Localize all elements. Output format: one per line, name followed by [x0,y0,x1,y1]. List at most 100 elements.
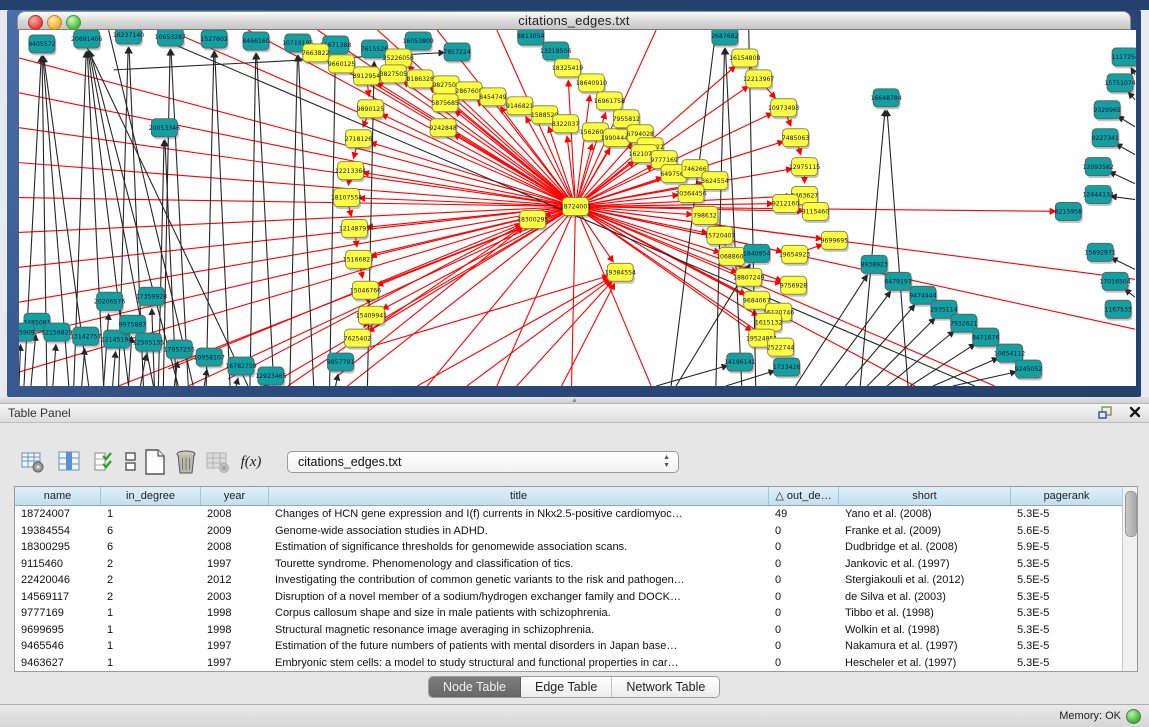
scrollbar-thumb[interactable] [1125,491,1137,537]
graph-node[interactable]: 20053346 [149,119,180,139]
graph-node[interactable]: 8466160 [242,32,270,52]
table-header-row[interactable]: namein_degreeyeartitle△ out_de…shortpage… [15,487,1137,506]
graph-node[interactable]: 10958107 [193,348,224,368]
graph-node[interactable]: 9329965 [1093,101,1121,121]
graph-node[interactable]: 15720407 [704,226,735,246]
graph-node[interactable]: 14196141 [724,353,755,373]
column-header[interactable]: title [269,487,769,505]
split-pane-grip[interactable]: ▲ [571,398,578,403]
graph-node[interactable]: 9975887 [119,315,147,335]
graph-node[interactable]: 17359928 [136,287,167,307]
graph-node[interactable]: 20364456 [675,185,706,205]
column-header[interactable]: △ out_de… [769,487,839,505]
network-view-canvas[interactable]: 9405572206914061623714010653287152760284… [19,30,1136,386]
merge-cells-button[interactable] [118,449,144,475]
graph-node[interactable]: 12213967 [743,70,774,90]
graph-node[interactable]: 20691406 [71,30,102,50]
graph-node[interactable]: 9857791 [327,353,355,373]
tab-network-table[interactable]: Network Table [612,677,719,697]
graph-node[interactable]: 18640910 [576,74,607,94]
graph-node[interactable]: 18724007 [560,198,591,218]
column-header[interactable]: name [15,487,101,505]
graph-node[interactable]: 1117254 [1111,48,1136,68]
graph-node[interactable]: 16154808 [729,49,760,69]
minimize-window-button[interactable] [47,15,62,30]
graph-node[interactable]: 1840954 [743,244,771,264]
graph-node[interactable]: 17016504 [1099,272,1130,292]
graph-node[interactable]: 15046766 [350,281,381,301]
network-window-titlebar[interactable]: citations_edges.txt [17,11,1131,30]
graph-node[interactable]: 6479197 [884,272,912,292]
graph-node[interactable]: 18300295 [517,210,548,230]
graph-node[interactable]: 15409941 [356,306,387,326]
graph-node[interactable]: 9890125 [357,100,385,120]
graph-node[interactable]: 5875685 [431,94,459,114]
graph-node[interactable]: 1733426 [773,358,801,378]
graph-node[interactable]: 2687682 [711,30,739,47]
graph-node[interactable]: 12975115 [789,158,820,178]
graph-node[interactable]: 8813054 [517,30,545,47]
graph-node[interactable]: 17957255 [164,340,195,360]
table-row[interactable]: 946554611997Estimation of the future num… [15,638,1137,655]
graph-node[interactable]: 7857224 [443,43,471,63]
graph-node[interactable]: 16961758 [594,92,625,112]
column-header[interactable]: in_degree [101,487,201,505]
graph-node[interactable]: 8938923 [860,255,888,275]
table-row[interactable]: 1830029562008Estimation of significance … [15,539,1137,556]
graph-node[interactable]: 20206576 [94,292,125,312]
table-row[interactable]: 977716911998Corpus callosum shape and si… [15,605,1137,622]
graph-node[interactable]: 8215958 [1055,203,1083,223]
column-header[interactable]: year [201,487,269,505]
vertical-scrollbar[interactable] [1122,487,1137,671]
graph-node[interactable]: 1527602 [200,30,228,50]
graph-node[interactable]: 12444134 [1083,186,1114,206]
graph-node[interactable]: 9242848 [429,119,457,139]
graph-node[interactable]: 18107554 [331,189,362,209]
graph-node[interactable]: 8454749 [479,88,507,108]
graph-node[interactable]: 16237140 [113,30,144,46]
graph-node[interactable]: 798632 [692,207,719,227]
table-settings-button[interactable] [20,449,46,475]
node-attribute-table[interactable]: namein_degreeyeartitle△ out_de…shortpage… [14,486,1138,672]
graph-node[interactable]: 7663822 [302,44,330,64]
graph-node[interactable]: 3315909 [19,323,35,343]
graph-node[interactable]: 10653287 [155,30,186,48]
table-selector-combobox[interactable]: citations_edges.txt ▲▼ [287,451,679,473]
graph-node[interactable]: 8322037 [552,115,580,135]
new-table-button[interactable] [142,449,168,475]
delete-table-button[interactable] [173,449,199,475]
graph-node[interactable]: 9212160 [772,195,800,215]
graph-node[interactable]: 8912954 [353,67,381,87]
graph-node[interactable]: 7485063 [782,129,810,149]
zoom-window-button[interactable] [66,15,81,30]
graph-node[interactable]: 19654923 [779,245,810,265]
graph-node[interactable]: 15751074 [1104,74,1135,94]
table-row[interactable]: 946362711997Embryonic stem cells: a mode… [15,655,1137,672]
column-header[interactable]: short [839,487,1011,505]
graph-node[interactable]: 10973493 [768,99,799,119]
graph-node[interactable]: 9756928 [780,276,808,296]
graph-node[interactable]: 16648784 [870,89,901,109]
table-row[interactable]: 911546021997Tourette syndrome. Phenomeno… [15,556,1137,573]
table-row[interactable]: 1456911722003Disruption of a novel membe… [15,589,1137,606]
graph-node[interactable]: 16782759 [225,357,256,377]
graph-node[interactable]: 12148795 [339,219,370,239]
table-row[interactable]: 1872400712008Changes of HCN gene express… [15,506,1137,523]
graph-node[interactable]: 2522744 [767,338,795,358]
graph-node[interactable]: 15692971 [1085,243,1116,263]
float-panel-icon[interactable] [1098,406,1114,420]
graph-node[interactable]: 12505135 [133,333,164,353]
graph-node[interactable]: 19384554 [605,263,636,283]
close-panel-icon[interactable] [1128,405,1142,419]
graph-node[interactable]: 2718126 [345,130,373,150]
graph-node[interactable]: 1167533 [1104,300,1132,320]
table-row[interactable]: 2242004622012Investigating the contribut… [15,572,1137,589]
graph-node[interactable]: 9227341 [1091,129,1119,149]
graph-node[interactable]: 12213364 [335,162,366,182]
graph-node[interactable]: 12093582 [1083,158,1114,178]
select-rows-button[interactable] [92,449,118,475]
graph-node[interactable]: 9115460 [802,203,830,223]
graph-node[interactable]: 8471676 [972,328,1000,348]
table-row[interactable]: 969969511998Structural magnetic resonanc… [15,622,1137,639]
graph-node[interactable]: 18807249 [733,268,764,288]
